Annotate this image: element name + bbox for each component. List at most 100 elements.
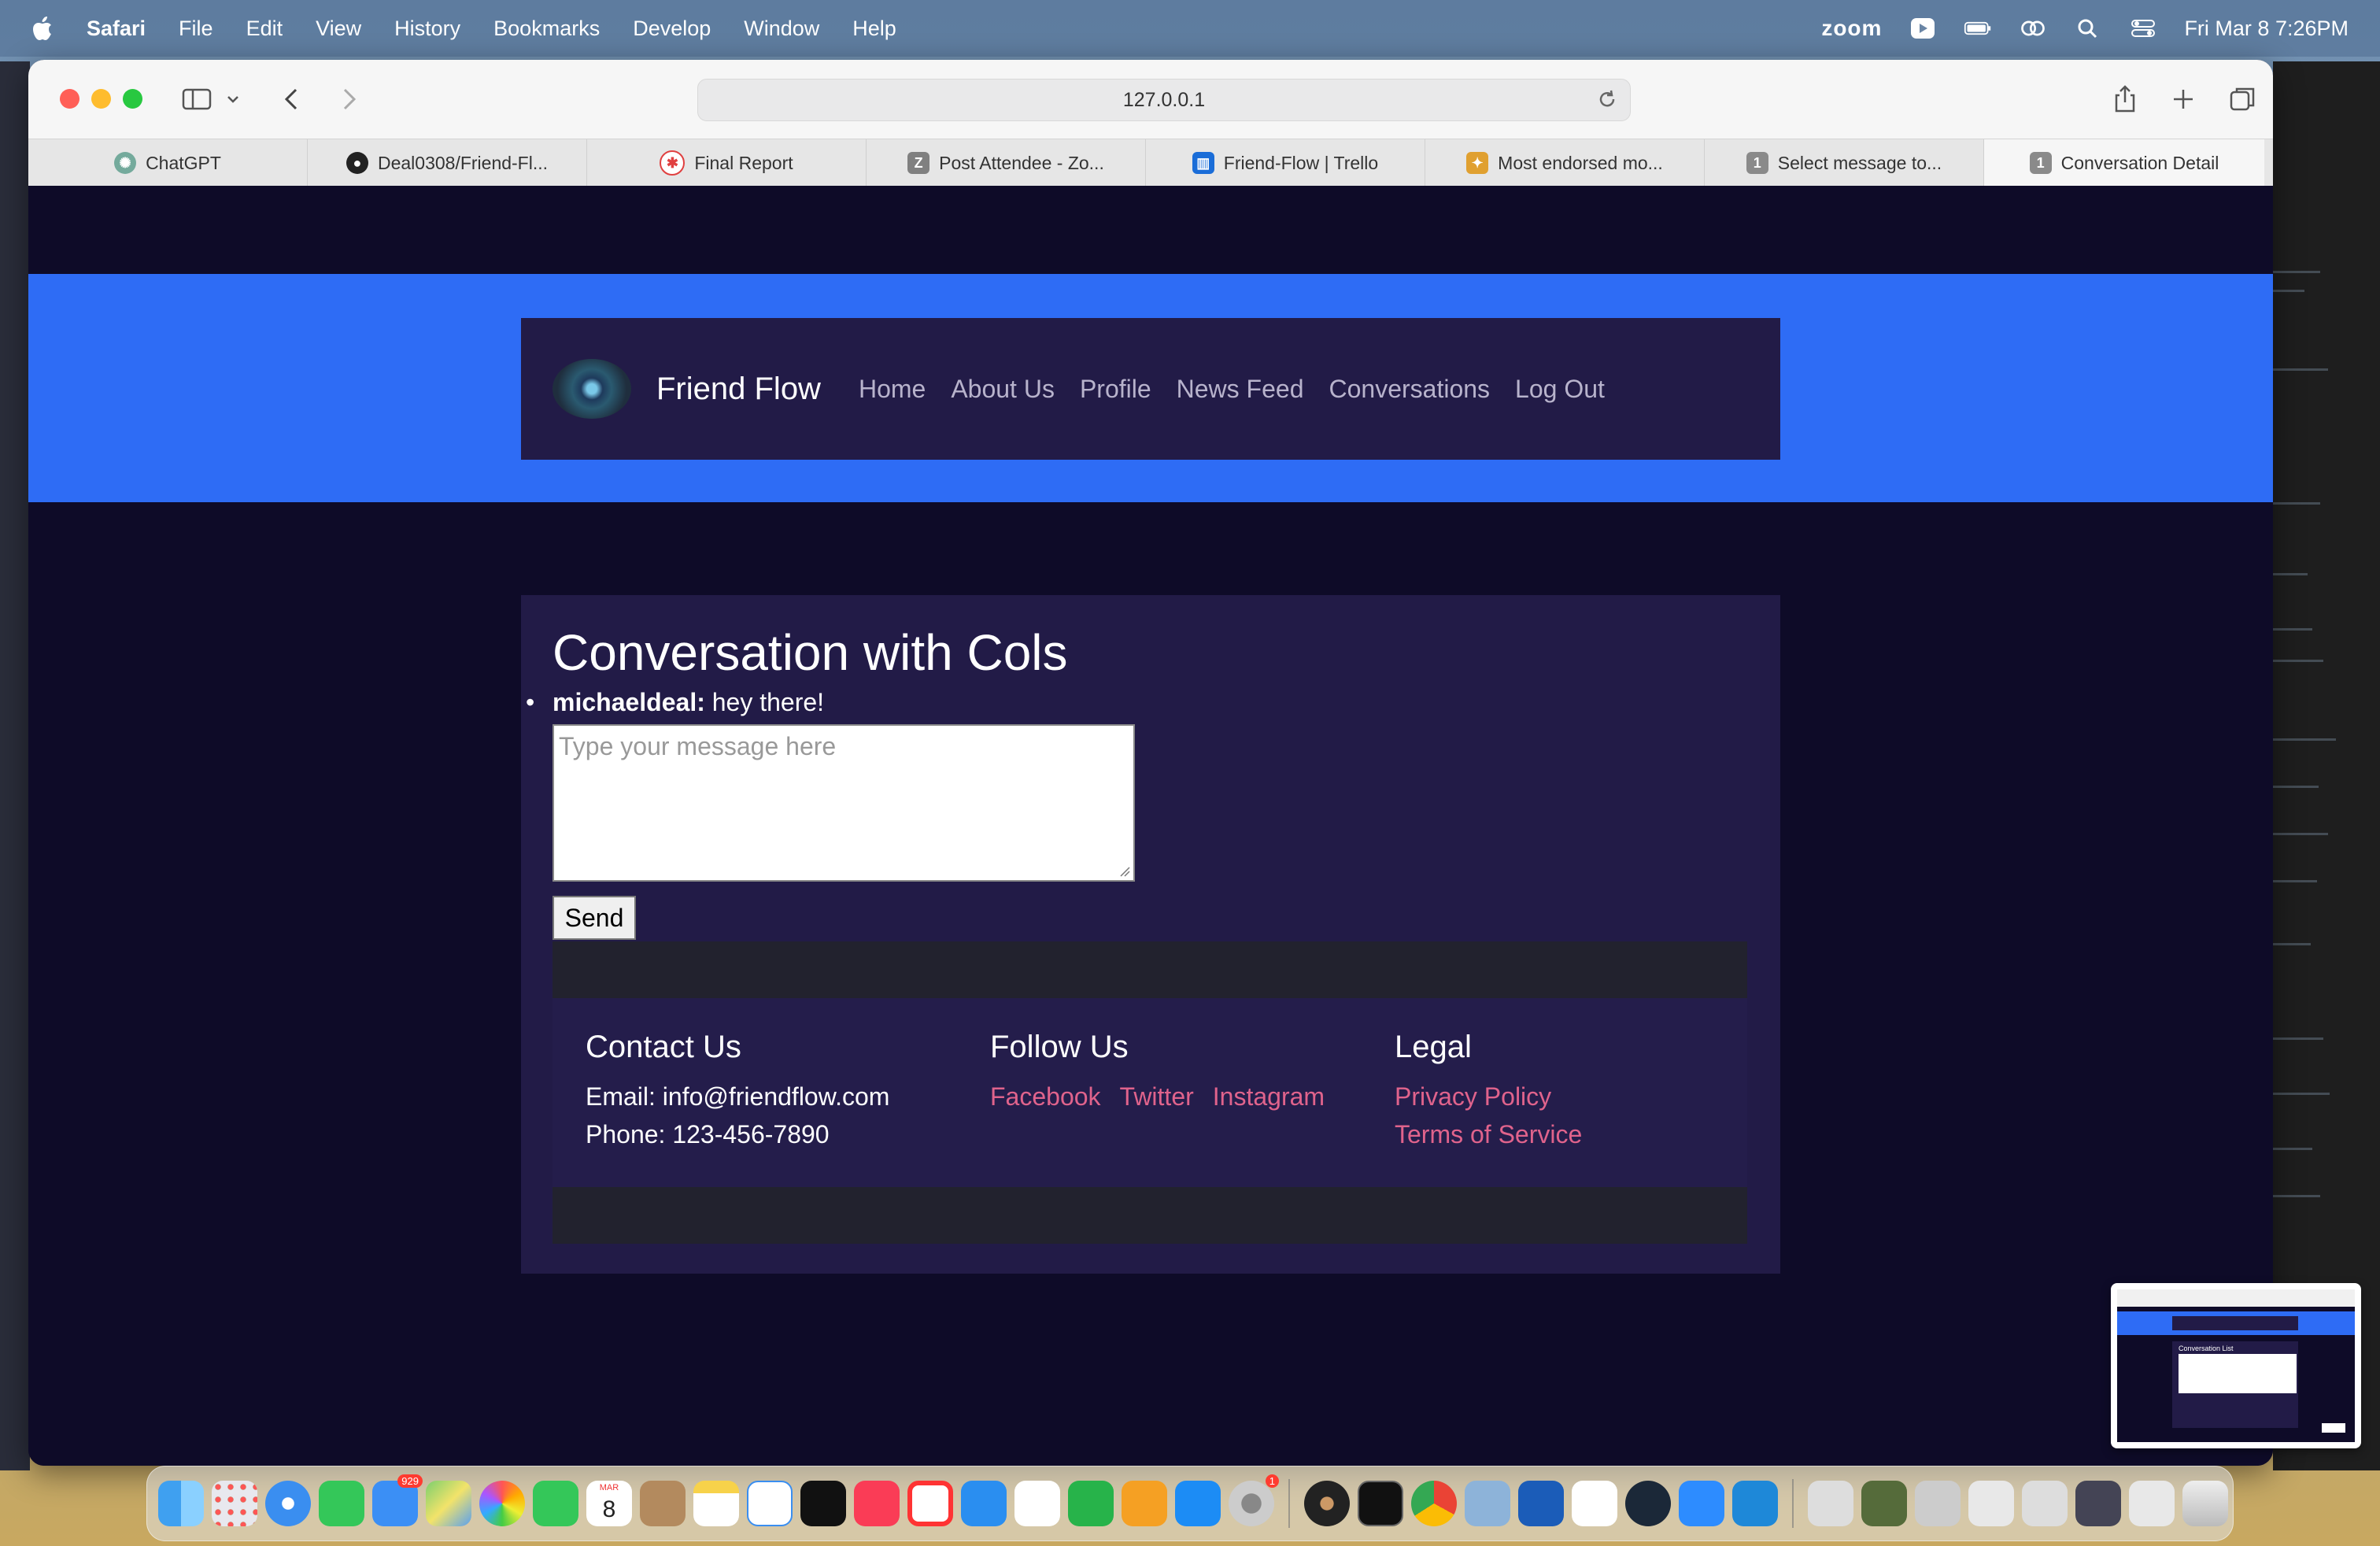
terms-of-service-link[interactable]: Terms of Service [1395, 1115, 1582, 1153]
tab-most-endorsed[interactable]: ✦ Most endorsed mo... [1425, 139, 1705, 187]
screenshot-thumbnail[interactable]: Conversation List [2111, 1283, 2361, 1448]
menu-app-name[interactable]: Safari [87, 17, 146, 41]
menu-history[interactable]: History [394, 17, 460, 41]
music-icon[interactable] [854, 1481, 900, 1526]
notes-icon[interactable] [693, 1481, 739, 1526]
tab-conversation-detail[interactable]: 1 Conversation Detail [1984, 139, 2264, 187]
mail-icon[interactable]: 929 [372, 1474, 423, 1526]
menu-view[interactable]: View [316, 17, 361, 41]
numbers-icon[interactable] [1068, 1481, 1114, 1526]
zoom-status-item[interactable]: zoom [1821, 16, 1882, 41]
friend-flow-logo-icon[interactable] [552, 359, 631, 419]
twitter-link[interactable]: Twitter [1120, 1078, 1194, 1115]
steam-icon[interactable] [1625, 1481, 1671, 1526]
contact-phone: Phone: 123-456-7890 [586, 1120, 830, 1148]
preview-icon[interactable] [1465, 1481, 1510, 1526]
menu-window[interactable]: Window [744, 17, 819, 41]
tab-chatgpt[interactable]: ✺ ChatGPT [28, 139, 308, 187]
launchpad-icon[interactable] [212, 1481, 257, 1526]
web-page: Friend Flow Home About Us Profile News F… [28, 186, 2273, 1466]
zoom-app-icon[interactable] [1679, 1481, 1724, 1526]
news-icon[interactable] [907, 1481, 953, 1526]
app-store-icon[interactable] [1175, 1481, 1221, 1526]
footer: Contact Us Email: info@friendflow.com Ph… [552, 998, 1747, 1195]
keynote-icon[interactable] [961, 1481, 1007, 1526]
finder-icon[interactable] [158, 1481, 204, 1526]
freeform-icon[interactable] [747, 1481, 793, 1526]
recent-item-icon[interactable] [2022, 1481, 2068, 1526]
recent-item-icon[interactable] [1968, 1481, 2014, 1526]
close-window-button[interactable] [60, 89, 79, 109]
sidebar-toggle-icon[interactable] [181, 83, 213, 115]
reminders-icon[interactable] [1014, 1481, 1060, 1526]
vscode-icon[interactable] [1732, 1481, 1778, 1526]
apple-menu-icon[interactable] [31, 15, 55, 42]
terminal-icon[interactable] [1358, 1481, 1403, 1526]
nav-conversations[interactable]: Conversations [1329, 375, 1490, 404]
compass-app-icon[interactable] [1304, 1481, 1350, 1526]
recent-item-icon[interactable] [2129, 1481, 2175, 1526]
recent-item-icon[interactable] [1861, 1481, 1907, 1526]
thumbnail-title: Conversation List [2179, 1344, 2234, 1352]
recent-item-icon[interactable] [1915, 1481, 1961, 1526]
address-bar[interactable]: 127.0.0.1 [697, 79, 1631, 121]
battery-icon[interactable] [1964, 17, 1992, 40]
minimize-window-button[interactable] [91, 89, 111, 109]
messages-icon[interactable] [319, 1481, 364, 1526]
menu-clock[interactable]: Fri Mar 8 7:26PM [2184, 17, 2349, 41]
message-author: michaeldeal: [552, 688, 705, 716]
menu-develop[interactable]: Develop [633, 17, 711, 41]
new-tab-icon[interactable] [2168, 83, 2199, 115]
tab-final-report[interactable]: ✱ Final Report [587, 139, 867, 187]
nav-about-us[interactable]: About Us [951, 375, 1055, 404]
privacy-policy-link[interactable]: Privacy Policy [1395, 1078, 1582, 1115]
legal-heading: Legal [1395, 1030, 1472, 1064]
message-input[interactable]: Type your message here [552, 724, 1135, 882]
maps-icon[interactable] [426, 1481, 471, 1526]
screen-mirror-icon[interactable] [2019, 17, 2047, 40]
search-icon[interactable] [2074, 17, 2102, 40]
tab-github[interactable]: ● Deal0308/Friend-Fl... [308, 139, 587, 187]
facetime-icon[interactable] [533, 1481, 578, 1526]
control-center-icon[interactable] [2129, 17, 2157, 40]
site-brand[interactable]: Friend Flow [656, 372, 821, 407]
menu-file[interactable]: File [179, 17, 213, 41]
nav-news-feed[interactable]: News Feed [1177, 375, 1304, 404]
play-status-icon[interactable] [1909, 17, 1937, 40]
zoom-window-button[interactable] [123, 89, 142, 109]
nav-profile[interactable]: Profile [1080, 375, 1151, 404]
nav-log-out[interactable]: Log Out [1515, 375, 1605, 404]
chrome-icon[interactable] [1411, 1481, 1457, 1526]
forward-icon[interactable] [332, 83, 364, 115]
dock: 929 MAR 8 1 [146, 1466, 2234, 1541]
nav-home[interactable]: Home [859, 375, 926, 404]
tab-overview-icon[interactable] [2227, 83, 2259, 115]
apple-tv-icon[interactable] [800, 1481, 846, 1526]
reload-icon[interactable] [1595, 87, 1619, 111]
resize-grip-icon[interactable] [1119, 866, 1130, 877]
conversation-card: Conversation with Cols michaeldeal: hey … [521, 595, 1780, 1274]
safari-icon[interactable] [265, 1481, 311, 1526]
menu-help[interactable]: Help [852, 17, 896, 41]
share-icon[interactable] [2109, 83, 2141, 115]
media-player-icon[interactable] [1572, 1481, 1617, 1526]
instagram-link[interactable]: Instagram [1213, 1078, 1325, 1115]
word-icon[interactable] [1518, 1481, 1564, 1526]
trash-icon[interactable] [2182, 1481, 2228, 1526]
recent-item-icon[interactable] [1808, 1481, 1853, 1526]
menu-edit[interactable]: Edit [246, 17, 283, 41]
menu-bookmarks[interactable]: Bookmarks [493, 17, 600, 41]
chevron-down-icon[interactable] [224, 83, 242, 115]
recent-item-icon[interactable] [2075, 1481, 2121, 1526]
facebook-link[interactable]: Facebook [990, 1078, 1101, 1115]
calendar-icon[interactable]: MAR 8 [586, 1481, 632, 1526]
photos-icon[interactable] [479, 1481, 525, 1526]
pages-icon[interactable] [1122, 1481, 1167, 1526]
tab-select-message[interactable]: 1 Select message to... [1705, 139, 1984, 187]
tab-post-attendee[interactable]: Z Post Attendee - Zo... [867, 139, 1146, 187]
back-icon[interactable] [277, 83, 309, 115]
send-button[interactable]: Send [552, 896, 636, 940]
tab-trello[interactable]: ▥ Friend-Flow | Trello [1146, 139, 1425, 187]
system-settings-icon[interactable]: 1 [1229, 1474, 1279, 1526]
contacts-icon[interactable] [640, 1481, 686, 1526]
